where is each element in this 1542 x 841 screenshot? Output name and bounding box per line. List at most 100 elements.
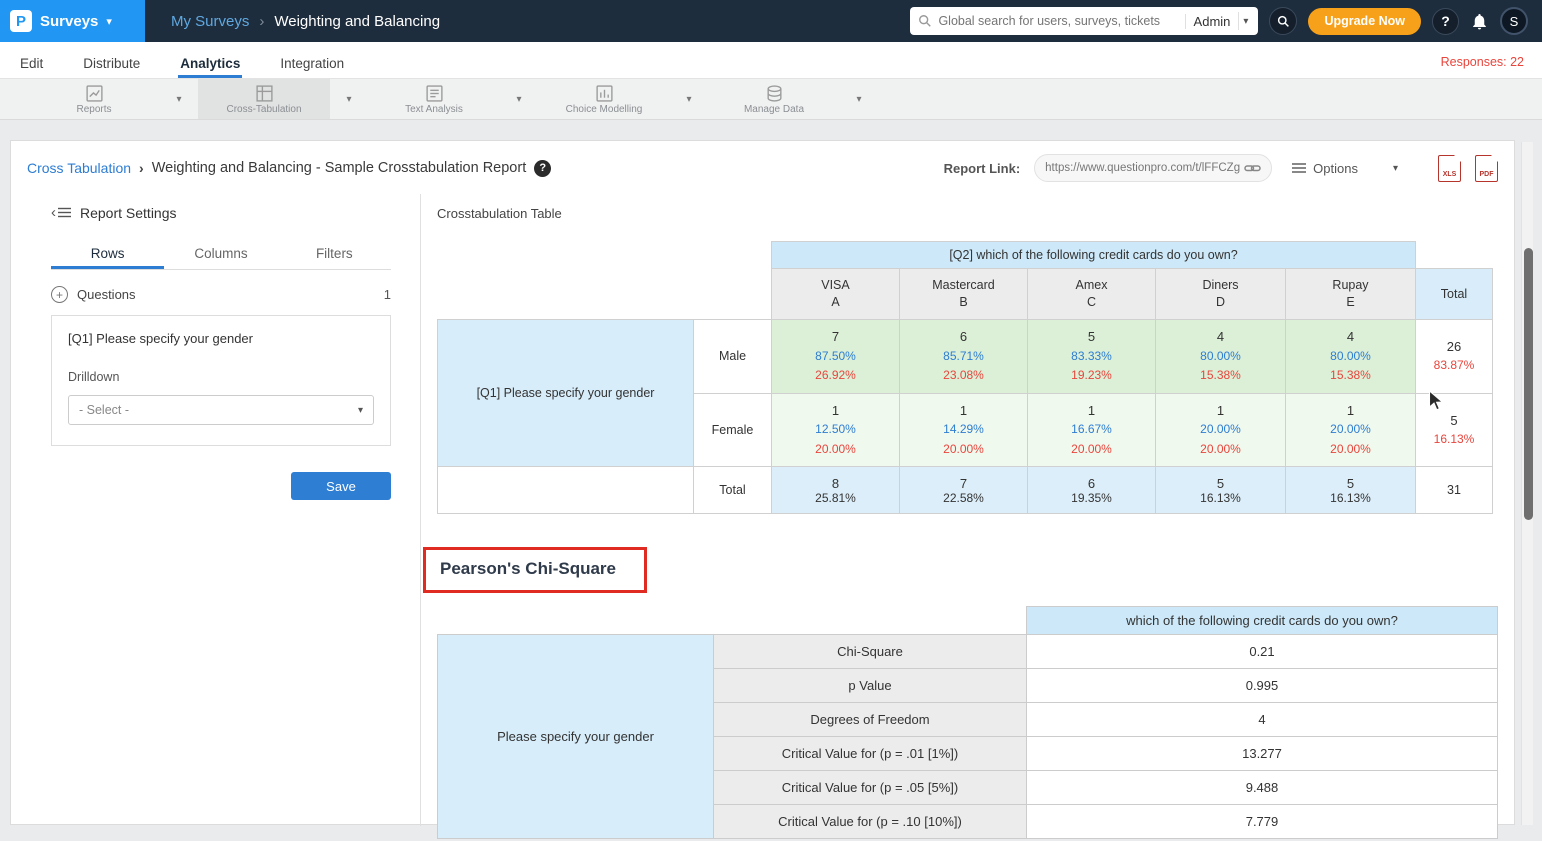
cross-tabulation-icon [255,84,274,103]
export-pdf-button[interactable]: PDF [1475,155,1498,182]
product-switcher[interactable]: P Surveys ▾ [0,0,145,42]
data-cell: 685.71%23.08% [900,320,1028,394]
totals-row-label: Total [694,467,772,514]
totals-cell: 825.81% [772,467,900,514]
advanced-search-button[interactable] [1269,7,1297,35]
report-card: Cross Tabulation › Weighting and Balanci… [10,140,1515,825]
chi-value: 7.779 [1027,805,1498,839]
tab-filters[interactable]: Filters [278,237,391,269]
crosstab-section-title: Crosstabulation Table [437,206,1514,221]
totals-cell: 516.13% [1286,467,1416,514]
caret-down-icon: ▾ [1393,163,1398,174]
export-xls-button[interactable]: XLS [1438,155,1461,182]
questionpro-logo: P [10,10,32,32]
drilldown-select[interactable]: - Select - ▾ [68,395,374,425]
report-url-input[interactable] [1045,162,1244,174]
crosstab-header-row: VISAA MastercardB AmexC DinersD RupayE T… [438,269,1493,320]
caret-down-icon[interactable]: ▾ [840,79,878,119]
notifications-bell-icon[interactable] [1470,12,1489,31]
data-cell: 120.00%20.00% [1156,393,1286,467]
tab-rows[interactable]: Rows [51,237,164,269]
drilldown-label: Drilldown [68,370,374,384]
chi-square-title: Pearson's Chi-Square [440,559,616,579]
totals-cell: 619.35% [1028,467,1156,514]
upgrade-now-button[interactable]: Upgrade Now [1308,8,1421,35]
responses-count: Responses: 22 [1441,55,1524,78]
report-settings-panel: ‹ Report Settings Rows Columns Filters +… [11,194,421,826]
chi-column-header: which of the following credit cards do y… [1027,607,1498,635]
toolbar-manage-data[interactable]: Manage Data [708,79,840,119]
total-column-header: Total [1416,269,1493,320]
breadcrumb-my-surveys[interactable]: My Surveys [171,13,249,30]
report-url-field [1034,154,1272,182]
selected-question: [Q1] Please specify your gender [68,331,374,346]
crosstab-column-question: [Q2] which of the following credit cards… [772,242,1416,269]
options-dropdown[interactable]: Options ▾ [1286,161,1424,176]
questions-count: 1 [384,287,391,302]
tab-columns[interactable]: Columns [164,237,277,269]
row-total-cell: 516.13% [1416,393,1493,467]
help-button[interactable]: ? [1432,8,1459,35]
caret-down-icon: ▾ [358,405,363,416]
vertical-scrollbar[interactable] [1521,142,1533,825]
chi-value: 9.488 [1027,771,1498,805]
chevron-right-icon: › [139,160,144,176]
text-analysis-icon [425,84,444,103]
collapse-panel-icon[interactable]: ‹ [51,204,71,221]
chi-value: 0.995 [1027,669,1498,703]
caret-down-icon[interactable]: ▾ [670,79,708,119]
crosstab-row-male: [Q1] Please specify your gender Male 787… [438,320,1493,394]
caret-down-icon[interactable]: ▾ [330,79,368,119]
row-label: Female [694,393,772,467]
report-link-label: Report Link: [944,161,1021,176]
totals-cell: 722.58% [900,467,1028,514]
crosstab-totals-row: Total 825.81% 722.58% 619.35% 516.13% 51… [438,467,1493,514]
totals-cell: 516.13% [1156,467,1286,514]
data-cell: 116.67%20.00% [1028,393,1156,467]
row-question-cell: [Q1] Please specify your gender [438,320,694,467]
toolbar-cross-tabulation[interactable]: Cross-Tabulation [198,79,330,119]
global-search: Admin ▾ [910,7,1258,35]
toolbar-choice-modelling[interactable]: Choice Modelling [538,79,670,119]
report-header: Cross Tabulation › Weighting and Balanci… [11,141,1514,194]
search-input[interactable] [938,14,1184,28]
search-scope-admin[interactable]: Admin [1185,14,1239,29]
caret-down-icon[interactable]: ▾ [1238,12,1250,30]
row-total-cell: 2683.87% [1416,320,1493,394]
data-cell: 112.50%20.00% [772,393,900,467]
toolbar-text-analysis[interactable]: Text Analysis [368,79,500,119]
nav-edit[interactable]: Edit [18,48,45,78]
data-cell: 114.29%20.00% [900,393,1028,467]
user-avatar[interactable]: S [1500,7,1528,35]
nav-integration[interactable]: Integration [278,48,346,78]
chi-value: 0.21 [1027,635,1498,669]
chi-square-table: which of the following credit cards do y… [437,606,1498,839]
column-header: DinersD [1156,269,1286,320]
analytics-toolbar: Reports ▾ Cross-Tabulation ▾ Text Analys… [0,78,1542,120]
link-icon[interactable] [1244,160,1261,176]
questions-label: Questions [77,287,136,302]
choice-modelling-icon [595,84,614,103]
help-icon[interactable]: ? [534,160,551,177]
survey-title: Weighting and Balancing [274,13,440,30]
settings-panel-title: Report Settings [80,205,177,221]
save-button[interactable]: Save [291,472,391,500]
reports-icon [85,84,104,103]
data-cell: 120.00%20.00% [1286,393,1416,467]
nav-distribute[interactable]: Distribute [81,48,142,78]
scrollbar-thumb[interactable] [1524,248,1533,520]
add-question-icon[interactable]: + [51,286,68,303]
product-name: Surveys [40,13,98,30]
column-header: AmexC [1028,269,1156,320]
breadcrumb: My Surveys › Weighting and Balancing [171,13,440,30]
cross-tabulation-link[interactable]: Cross Tabulation [27,160,131,176]
topbar: P Surveys ▾ My Surveys › Weighting and B… [0,0,1542,42]
caret-down-icon[interactable]: ▾ [500,79,538,119]
caret-down-icon[interactable]: ▾ [160,79,198,119]
column-header: RupayE [1286,269,1416,320]
data-cell: 583.33%19.23% [1028,320,1156,394]
nav-analytics[interactable]: Analytics [178,48,242,78]
toolbar-reports[interactable]: Reports [28,79,160,119]
topbar-actions: Admin ▾ Upgrade Now ? S [910,7,1542,35]
report-main: Crosstabulation Table [Q2] which of the … [421,194,1514,826]
